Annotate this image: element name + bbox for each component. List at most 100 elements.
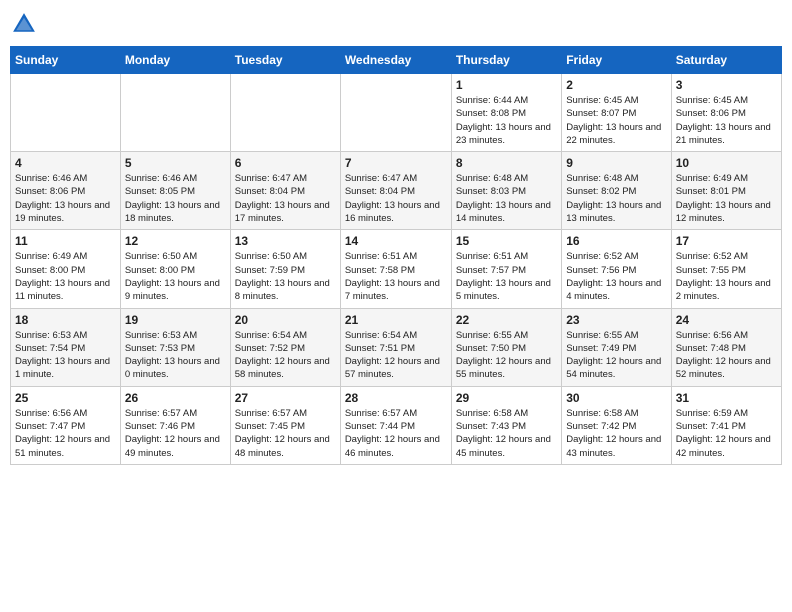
day-header-monday: Monday (120, 47, 230, 74)
day-info: Sunrise: 6:50 AM Sunset: 8:00 PM Dayligh… (125, 250, 226, 303)
day-info: Sunrise: 6:46 AM Sunset: 8:05 PM Dayligh… (125, 172, 226, 225)
week-row-2: 4Sunrise: 6:46 AM Sunset: 8:06 PM Daylig… (11, 152, 782, 230)
day-info: Sunrise: 6:56 AM Sunset: 7:48 PM Dayligh… (676, 329, 777, 382)
day-info: Sunrise: 6:45 AM Sunset: 8:06 PM Dayligh… (676, 94, 777, 147)
calendar-cell: 4Sunrise: 6:46 AM Sunset: 8:06 PM Daylig… (11, 152, 121, 230)
day-number: 23 (566, 313, 666, 327)
day-number: 14 (345, 234, 447, 248)
day-info: Sunrise: 6:47 AM Sunset: 8:04 PM Dayligh… (345, 172, 447, 225)
calendar-cell: 1 Sunrise: 6:44 AM Sunset: 8:08 PM Daylig… (451, 74, 561, 152)
day-number: 8 (456, 156, 557, 170)
day-info: Sunrise: 6:56 AM Sunset: 7:47 PM Dayligh… (15, 407, 116, 460)
day-number: 6 (235, 156, 336, 170)
logo-icon (10, 10, 38, 38)
day-info: Sunrise: 6:48 AM Sunset: 8:03 PM Dayligh… (456, 172, 557, 225)
day-info: Sunrise: 6:58 AM Sunset: 7:43 PM Dayligh… (456, 407, 557, 460)
day-number: 31 (676, 391, 777, 405)
week-row-4: 18 Sunrise: 6:53 AM Sunset: 7:54 PM Dayli… (11, 308, 782, 386)
day-info: Sunrise: 6:48 AM Sunset: 8:02 PM Dayligh… (566, 172, 666, 225)
day-info: Sunrise: 6:52 AM Sunset: 7:55 PM Dayligh… (676, 250, 777, 303)
calendar-cell: 21 Sunrise: 6:54 AM Sunset: 7:51 PM Dayli… (340, 308, 451, 386)
day-info: Sunrise: 6:53 AM Sunset: 7:54 PM Dayligh… (15, 329, 116, 382)
calendar-cell: 18 Sunrise: 6:53 AM Sunset: 7:54 PM Dayli… (11, 308, 121, 386)
day-info: Sunrise: 6:53 AM Sunset: 7:53 PM Dayligh… (125, 329, 226, 382)
calendar-cell: 23 Sunrise: 6:55 AM Sunset: 7:49 PM Dayli… (562, 308, 671, 386)
day-number: 12 (125, 234, 226, 248)
week-row-5: 25 Sunrise: 6:56 AM Sunset: 7:47 PM Dayli… (11, 386, 782, 464)
calendar-cell: 6 Sunrise: 6:47 AM Sunset: 8:04 PM Daylig… (230, 152, 340, 230)
day-number: 28 (345, 391, 447, 405)
week-row-1: 1 Sunrise: 6:44 AM Sunset: 8:08 PM Daylig… (11, 74, 782, 152)
day-number: 10 (676, 156, 777, 170)
header-row: SundayMondayTuesdayWednesdayThursdayFrid… (11, 47, 782, 74)
day-number: 19 (125, 313, 226, 327)
calendar-cell: 29 Sunrise: 6:58 AM Sunset: 7:43 PM Dayli… (451, 386, 561, 464)
calendar-table: SundayMondayTuesdayWednesdayThursdayFrid… (10, 46, 782, 465)
day-number: 1 (456, 78, 557, 92)
calendar-cell (230, 74, 340, 152)
day-number: 11 (15, 234, 116, 248)
day-number: 21 (345, 313, 447, 327)
day-info: Sunrise: 6:54 AM Sunset: 7:51 PM Dayligh… (345, 329, 447, 382)
calendar-cell: 28Sunrise: 6:57 AM Sunset: 7:44 PM Dayli… (340, 386, 451, 464)
day-info: Sunrise: 6:57 AM Sunset: 7:46 PM Dayligh… (125, 407, 226, 460)
day-number: 18 (15, 313, 116, 327)
day-number: 22 (456, 313, 557, 327)
day-number: 15 (456, 234, 557, 248)
day-info: Sunrise: 6:45 AM Sunset: 8:07 PM Dayligh… (566, 94, 666, 147)
day-number: 27 (235, 391, 336, 405)
day-number: 24 (676, 313, 777, 327)
day-info: Sunrise: 6:52 AM Sunset: 7:56 PM Dayligh… (566, 250, 666, 303)
calendar-cell: 17 Sunrise: 6:52 AM Sunset: 7:55 PM Dayli… (671, 230, 781, 308)
calendar-cell: 26 Sunrise: 6:57 AM Sunset: 7:46 PM Dayli… (120, 386, 230, 464)
day-header-friday: Friday (562, 47, 671, 74)
calendar-cell: 13Sunrise: 6:50 AM Sunset: 7:59 PM Dayli… (230, 230, 340, 308)
calendar-cell: 14 Sunrise: 6:51 AM Sunset: 7:58 PM Dayli… (340, 230, 451, 308)
day-number: 25 (15, 391, 116, 405)
day-number: 9 (566, 156, 666, 170)
day-number: 30 (566, 391, 666, 405)
day-info: Sunrise: 6:44 AM Sunset: 8:08 PM Dayligh… (456, 94, 557, 147)
calendar-cell: 27 Sunrise: 6:57 AM Sunset: 7:45 PM Dayli… (230, 386, 340, 464)
calendar-cell: 8 Sunrise: 6:48 AM Sunset: 8:03 PM Daylig… (451, 152, 561, 230)
day-info: Sunrise: 6:55 AM Sunset: 7:49 PM Dayligh… (566, 329, 666, 382)
day-info: Sunrise: 6:47 AM Sunset: 8:04 PM Dayligh… (235, 172, 336, 225)
day-header-tuesday: Tuesday (230, 47, 340, 74)
calendar-cell: 16 Sunrise: 6:52 AM Sunset: 7:56 PM Dayli… (562, 230, 671, 308)
calendar-cell: 25 Sunrise: 6:56 AM Sunset: 7:47 PM Dayli… (11, 386, 121, 464)
day-number: 29 (456, 391, 557, 405)
calendar-cell: 20Sunrise: 6:54 AM Sunset: 7:52 PM Dayli… (230, 308, 340, 386)
day-header-thursday: Thursday (451, 47, 561, 74)
week-row-3: 11 Sunrise: 6:49 AM Sunset: 8:00 PM Dayli… (11, 230, 782, 308)
calendar-cell: 10 Sunrise: 6:49 AM Sunset: 8:01 PM Dayli… (671, 152, 781, 230)
calendar-cell: 19 Sunrise: 6:53 AM Sunset: 7:53 PM Dayli… (120, 308, 230, 386)
logo (10, 10, 42, 38)
day-info: Sunrise: 6:58 AM Sunset: 7:42 PM Dayligh… (566, 407, 666, 460)
day-number: 26 (125, 391, 226, 405)
calendar-cell: 22 Sunrise: 6:55 AM Sunset: 7:50 PM Dayli… (451, 308, 561, 386)
day-number: 2 (566, 78, 666, 92)
day-header-saturday: Saturday (671, 47, 781, 74)
day-info: Sunrise: 6:49 AM Sunset: 8:00 PM Dayligh… (15, 250, 116, 303)
day-number: 13 (235, 234, 336, 248)
day-info: Sunrise: 6:51 AM Sunset: 7:57 PM Dayligh… (456, 250, 557, 303)
calendar-cell: 3 Sunrise: 6:45 AM Sunset: 8:06 PM Daylig… (671, 74, 781, 152)
day-number: 16 (566, 234, 666, 248)
day-info: Sunrise: 6:55 AM Sunset: 7:50 PM Dayligh… (456, 329, 557, 382)
calendar-cell: 9 Sunrise: 6:48 AM Sunset: 8:02 PM Daylig… (562, 152, 671, 230)
day-info: Sunrise: 6:57 AM Sunset: 7:45 PM Dayligh… (235, 407, 336, 460)
day-header-wednesday: Wednesday (340, 47, 451, 74)
day-info: Sunrise: 6:51 AM Sunset: 7:58 PM Dayligh… (345, 250, 447, 303)
calendar-cell: 5Sunrise: 6:46 AM Sunset: 8:05 PM Daylig… (120, 152, 230, 230)
day-number: 20 (235, 313, 336, 327)
calendar-cell: 15 Sunrise: 6:51 AM Sunset: 7:57 PM Dayli… (451, 230, 561, 308)
calendar-cell (11, 74, 121, 152)
day-info: Sunrise: 6:49 AM Sunset: 8:01 PM Dayligh… (676, 172, 777, 225)
calendar-cell: 12 Sunrise: 6:50 AM Sunset: 8:00 PM Dayli… (120, 230, 230, 308)
day-number: 17 (676, 234, 777, 248)
calendar-cell (120, 74, 230, 152)
calendar-cell: 2 Sunrise: 6:45 AM Sunset: 8:07 PM Daylig… (562, 74, 671, 152)
calendar-cell: 24 Sunrise: 6:56 AM Sunset: 7:48 PM Dayli… (671, 308, 781, 386)
day-number: 3 (676, 78, 777, 92)
day-number: 4 (15, 156, 116, 170)
